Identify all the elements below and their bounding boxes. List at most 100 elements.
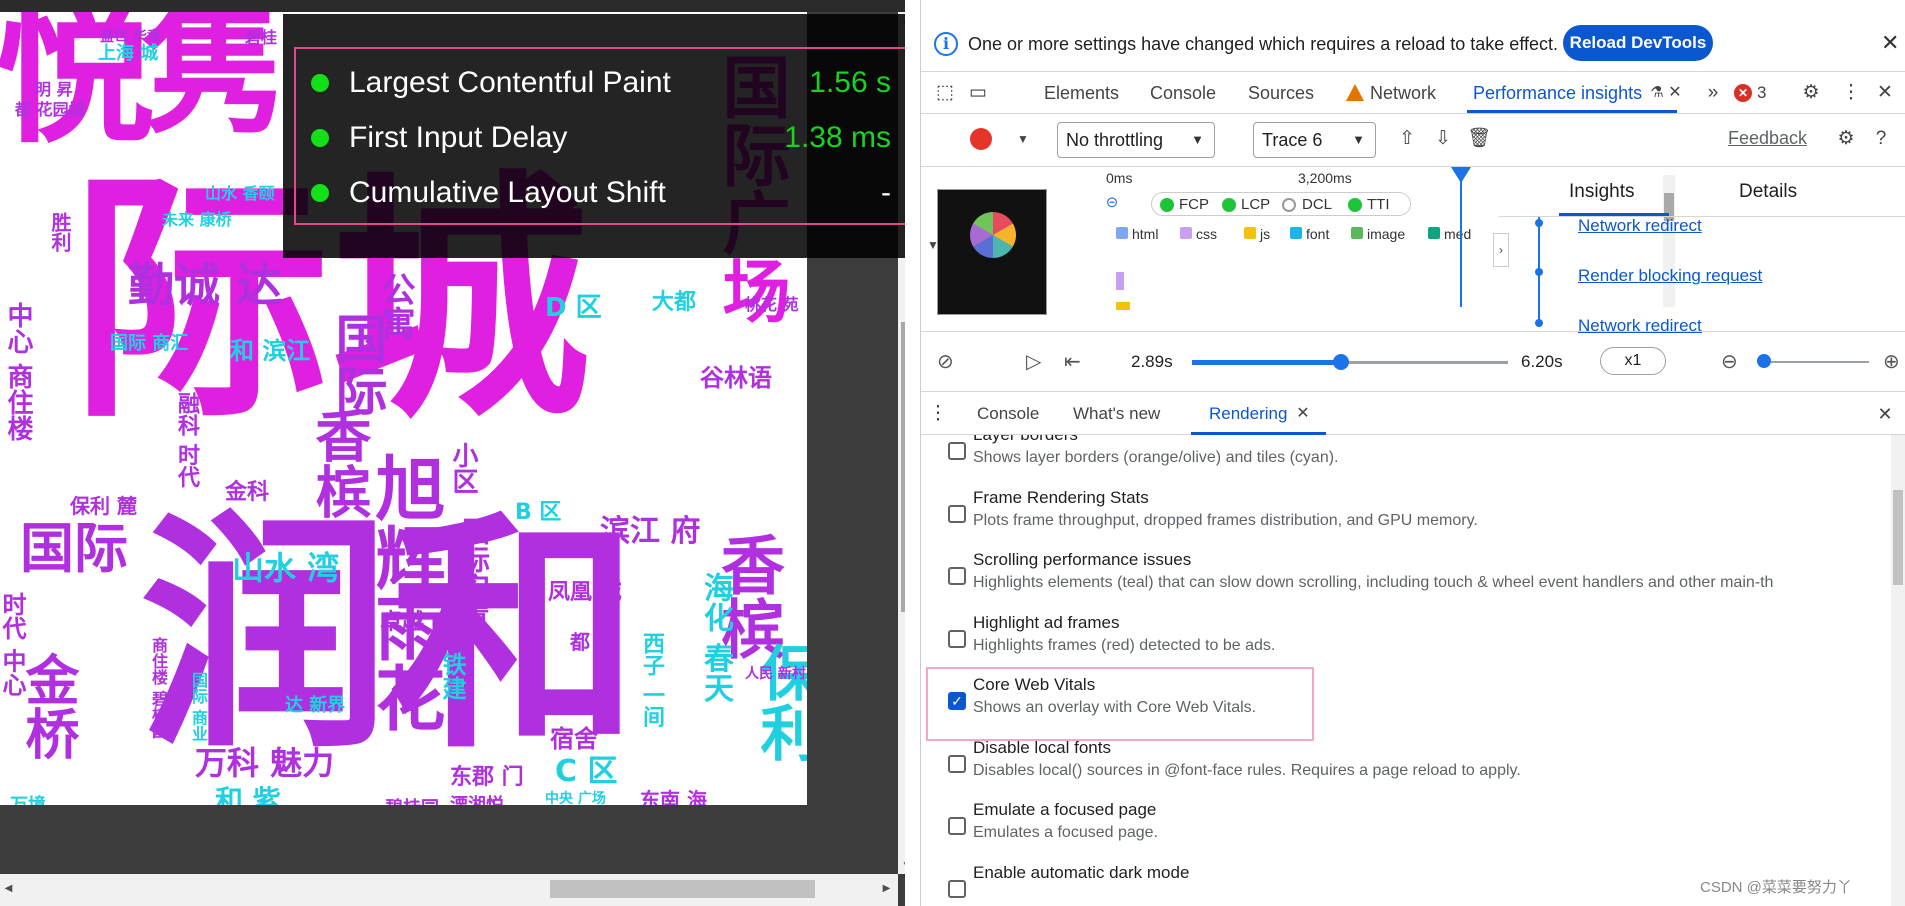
viewport-horizontal-scrollbar[interactable]: ◀ ▶ <box>0 874 898 906</box>
rendering-option[interactable]: Frame Rendering Stats Plots frame through… <box>921 488 1896 548</box>
legend-label: html <box>1132 226 1159 242</box>
drawer-menu-icon[interactable]: ⋮ <box>926 402 950 426</box>
tab-elements[interactable]: Elements <box>1044 83 1119 104</box>
close-tab-icon[interactable]: ✕ <box>1663 81 1687 105</box>
rendering-option[interactable]: Layer borders Shows layer borders (orange… <box>921 435 1896 485</box>
checkbox[interactable] <box>948 567 966 585</box>
error-icon[interactable]: ✕ <box>1734 84 1752 102</box>
scroll-down-arrow-icon[interactable]: ▼ <box>898 857 905 874</box>
chevron-down-icon: ▼ <box>1352 132 1365 147</box>
reload-devtools-button[interactable]: Reload DevTools <box>1563 25 1713 61</box>
cloud-word: 保利 麓 <box>70 494 137 518</box>
event-pill[interactable]: DCL <box>1302 196 1332 213</box>
lcp-dot-icon <box>1222 198 1236 212</box>
checkbox[interactable] <box>948 754 966 773</box>
event-pill[interactable]: TTI <box>1367 196 1390 213</box>
screenshots-off-icon[interactable]: ⊘ <box>937 349 954 374</box>
trash-icon[interactable]: 🗑 <box>1467 127 1491 151</box>
close-devtools-icon[interactable]: ✕ <box>1873 81 1897 105</box>
insight-dot-icon <box>1535 319 1543 327</box>
rendering-panel: Layer borders Shows layer borders (orange… <box>921 435 1905 906</box>
cloud-word: 商住楼 碧桂园 <box>149 637 168 739</box>
tab-console[interactable]: Console <box>1150 83 1216 104</box>
skip-to-start-icon[interactable]: ⇤ <box>1064 349 1081 374</box>
active-tab-indicator <box>1467 110 1677 113</box>
zoom-slider-handle[interactable] <box>1757 354 1771 368</box>
tab-sources[interactable]: Sources <box>1248 83 1314 104</box>
css-request-bar[interactable] <box>1116 272 1124 290</box>
record-options-caret-icon[interactable]: ▼ <box>1011 127 1035 151</box>
tab-insights[interactable]: Insights <box>1569 181 1634 203</box>
throttling-select[interactable]: No throttling ▼ <box>1057 122 1215 158</box>
rendering-option[interactable]: Emulate a focused page Emulates a focused… <box>921 800 1896 860</box>
tab-performance-insights[interactable]: Performance insights <box>1473 83 1642 104</box>
timestamp-start: 0ms <box>1106 170 1133 186</box>
inspect-element-icon[interactable]: ⬚ <box>933 81 957 105</box>
download-icon[interactable]: ⇩ <box>1431 127 1455 151</box>
cloud-word: 山水 湾 <box>232 549 340 587</box>
more-tabs-chevron-icon[interactable]: » <box>1701 81 1725 105</box>
js-request-bar[interactable] <box>1116 302 1130 310</box>
zoom-slider[interactable] <box>1759 361 1869 363</box>
rendering-option[interactable]: Disable local fonts Disables local() sour… <box>921 738 1896 798</box>
rendering-option[interactable]: Highlight ad frames Highlights frames (re… <box>921 613 1896 673</box>
playback-slider-handle[interactable] <box>1332 354 1349 370</box>
page-screenshot-thumbnail[interactable] <box>937 189 1047 315</box>
gear-icon[interactable]: ⚙ <box>1799 81 1823 105</box>
playhead-marker-icon[interactable] <box>1451 167 1471 183</box>
cloud-word: 国际 <box>20 517 128 580</box>
sidebar-toggle-chevron-icon[interactable]: › <box>1493 233 1509 267</box>
record-button[interactable] <box>970 128 992 150</box>
tab-drawer-console[interactable]: Console <box>977 404 1039 424</box>
playback-bar: ⊘ ▷ ⇤ 2.89s 6.20s x1 ⊖ ⊕ <box>921 332 1905 392</box>
tab-details[interactable]: Details <box>1739 181 1797 203</box>
zoom-in-icon[interactable]: ⊕ <box>1883 349 1900 374</box>
error-count[interactable]: 3 <box>1757 83 1766 103</box>
checkbox[interactable] <box>948 504 966 523</box>
checkbox[interactable] <box>948 442 966 460</box>
rendering-option[interactable]: Scrolling performance issues Highlights e… <box>921 550 1896 610</box>
media-swatch <box>1428 227 1440 239</box>
scroll-left-arrow-icon[interactable]: ◀ <box>0 880 17 898</box>
upload-icon[interactable]: ⇧ <box>1395 127 1419 151</box>
tab-whats-new[interactable]: What's new <box>1073 404 1160 424</box>
insight-link[interactable]: Network redirect <box>1578 216 1702 236</box>
rendering-scrollbar[interactable] <box>1891 435 1905 906</box>
play-icon[interactable]: ▷ <box>1026 349 1041 374</box>
cloud-word: 万科 魅力 <box>195 744 335 782</box>
viewport-vscroll-thumb[interactable] <box>901 322 905 612</box>
feedback-link[interactable]: Feedback <box>1728 128 1807 149</box>
close-drawer-icon[interactable]: ✕ <box>1873 402 1897 426</box>
event-pill[interactable]: LCP <box>1241 196 1270 213</box>
tab-rendering[interactable]: Rendering <box>1209 404 1287 424</box>
insight-dot-icon <box>1535 268 1543 276</box>
cwv-row-fid: First Input Delay 1.38 ms <box>311 117 891 157</box>
viewport-hscroll-thumb[interactable] <box>550 880 815 898</box>
tab-network[interactable]: Network <box>1370 83 1436 104</box>
checkbox[interactable] <box>948 817 966 835</box>
cloud-word: 和 滨江 <box>230 337 311 365</box>
scroll-right-arrow-icon[interactable]: ▶ <box>878 880 895 898</box>
zoom-out-icon[interactable]: ⊖ <box>1721 349 1738 374</box>
tti-dot-icon <box>1348 198 1362 212</box>
settings-gear-icon[interactable]: ⚙ <box>1834 127 1858 151</box>
cloud-word: 桃花 苑 <box>745 295 799 314</box>
playhead-line[interactable] <box>1460 167 1462 307</box>
playback-speed-button[interactable]: x1 <box>1600 347 1666 375</box>
insight-link[interactable]: Render blocking request <box>1578 266 1762 286</box>
cloud-word: 滨江 府 <box>600 514 701 549</box>
trace-select[interactable]: Trace 6 ▼ <box>1253 122 1376 158</box>
kebab-menu-icon[interactable]: ⋮ <box>1839 81 1863 105</box>
insight-dot-icon <box>1535 219 1543 227</box>
checkbox[interactable] <box>948 879 966 898</box>
close-icon[interactable]: ✕ <box>1881 30 1899 56</box>
checkbox[interactable] <box>948 629 966 648</box>
rendering-scrollbar-thumb[interactable] <box>1893 490 1903 585</box>
cloud-word: 国际安置 <box>458 517 491 629</box>
device-toolbar-icon[interactable]: ▭ <box>966 81 990 105</box>
cloud-word: 碧桂园 <box>385 800 439 806</box>
event-pill[interactable]: FCP <box>1179 196 1209 213</box>
font-swatch <box>1290 227 1302 239</box>
help-icon[interactable]: ? <box>1869 127 1893 151</box>
close-tab-icon[interactable]: ✕ <box>1291 402 1315 426</box>
